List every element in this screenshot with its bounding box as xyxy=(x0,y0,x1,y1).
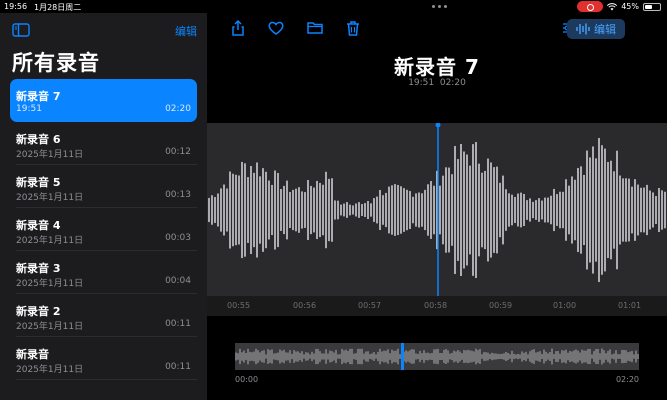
multitask-handle[interactable] xyxy=(432,5,447,8)
share-icon[interactable] xyxy=(229,19,247,37)
status-time: 19:56 xyxy=(4,2,28,11)
overview-waveform xyxy=(235,343,639,370)
recording-date: 2025年1月11日 xyxy=(16,150,84,160)
page-title: 所有录音 xyxy=(12,51,100,75)
recordings-list: 新录音 7 19:51 02:20 新录音 6 2025年1月11日 00:12… xyxy=(0,79,207,380)
recording-name: 新录音 3 xyxy=(16,262,61,275)
timeline-tick: 00:56 xyxy=(293,301,317,310)
list-item[interactable]: 新录音 5 2025年1月11日 00:13 xyxy=(10,165,197,208)
waveform-view[interactable] xyxy=(207,123,667,296)
trash-icon[interactable] xyxy=(344,19,362,37)
playhead-knob xyxy=(435,123,441,128)
timeline-tick: 01:00 xyxy=(553,301,577,310)
waveform-icon xyxy=(576,23,590,35)
recording-duration: 00:12 xyxy=(165,147,191,157)
timeline-tick: 00:58 xyxy=(424,301,448,310)
sidebar-icon[interactable] xyxy=(12,23,30,37)
sidebar-edit-button[interactable]: 编辑 xyxy=(175,23,197,39)
recording-date: 2025年1月11日 xyxy=(16,365,84,375)
recording-title[interactable]: 新录音 7 xyxy=(207,51,667,80)
status-bar: 19:56 1月28日周二 45% xyxy=(0,0,667,13)
timeline-tick: 00:55 xyxy=(227,301,251,310)
recording-duration: 00:11 xyxy=(165,362,191,372)
recording-name: 新录音 5 xyxy=(16,176,61,189)
edit-label: 编辑 xyxy=(594,23,616,36)
recording-name: 新录音 7 xyxy=(16,90,61,103)
timeline-tick: 00:59 xyxy=(489,301,513,310)
sidebar: 编辑 所有录音 新录音 7 19:51 02:20 新录音 6 2025年1月1… xyxy=(0,13,207,400)
recording-time: 19:51 xyxy=(408,78,435,88)
recording-duration: 00:11 xyxy=(165,319,191,329)
recording-name: 新录音 4 xyxy=(16,219,61,232)
status-date: 1月28日周二 xyxy=(34,3,82,12)
recording-date: 2025年1月11日 xyxy=(16,322,84,332)
recording-name: 新录音 xyxy=(16,348,49,361)
timeline-ruler: 00:55 00:56 00:57 00:58 00:59 01:00 01:0… xyxy=(207,296,667,316)
battery-percent: 45% xyxy=(621,2,639,11)
timeline-tick: 00:57 xyxy=(358,301,382,310)
recording-duration: 00:13 xyxy=(165,190,191,200)
list-item[interactable]: 新录音 4 2025年1月11日 00:03 xyxy=(10,208,197,251)
list-item[interactable]: 新录音 7 19:51 02:20 xyxy=(10,79,197,122)
recording-duration: 00:04 xyxy=(165,276,191,286)
overview-start-time: 00:00 xyxy=(235,375,259,384)
timeline-tick: 01:01 xyxy=(618,301,642,310)
recording-duration: 00:03 xyxy=(165,233,191,243)
list-item[interactable]: 新录音 6 2025年1月11日 00:12 xyxy=(10,122,197,165)
recording-detail: 编辑 新录音 7 19:51 02:20 00:55 00:56 00:57 0… xyxy=(207,5,667,400)
recording-date: 19:51 xyxy=(16,104,42,114)
recording-name: 新录音 2 xyxy=(16,305,61,318)
overview-playhead xyxy=(401,343,404,370)
heart-icon[interactable] xyxy=(267,19,285,37)
recording-duration: 02:20 xyxy=(165,104,191,114)
wifi-icon xyxy=(607,2,618,10)
screen-recording-icon[interactable] xyxy=(577,1,604,12)
recording-date: 2025年1月11日 xyxy=(16,279,84,289)
status-indicators: 45% xyxy=(577,1,661,12)
battery-icon xyxy=(643,2,661,11)
edit-recording-button[interactable]: 编辑 xyxy=(567,19,625,39)
recording-name: 新录音 6 xyxy=(16,133,61,146)
voice-memos-app: 19:56 1月28日周二 45% 编辑 所有录音 新录音 7 19:51 02… xyxy=(0,0,667,400)
recording-meta: 19:51 02:20 xyxy=(207,78,667,88)
overview-end-time: 02:20 xyxy=(615,375,639,384)
list-item[interactable]: 新录音 3 2025年1月11日 00:04 xyxy=(10,251,197,294)
waveform-graphic xyxy=(208,123,666,296)
recording-date: 2025年1月11日 xyxy=(16,193,84,203)
recording-date: 2025年1月11日 xyxy=(16,236,84,246)
recording-total-duration: 02:20 xyxy=(439,78,466,88)
folder-icon[interactable] xyxy=(306,19,324,37)
overview-scrubber[interactable] xyxy=(235,343,639,370)
list-item[interactable]: 新录音 2025年1月11日 00:11 xyxy=(10,337,197,380)
list-item[interactable]: 新录音 2 2025年1月11日 00:11 xyxy=(10,294,197,337)
